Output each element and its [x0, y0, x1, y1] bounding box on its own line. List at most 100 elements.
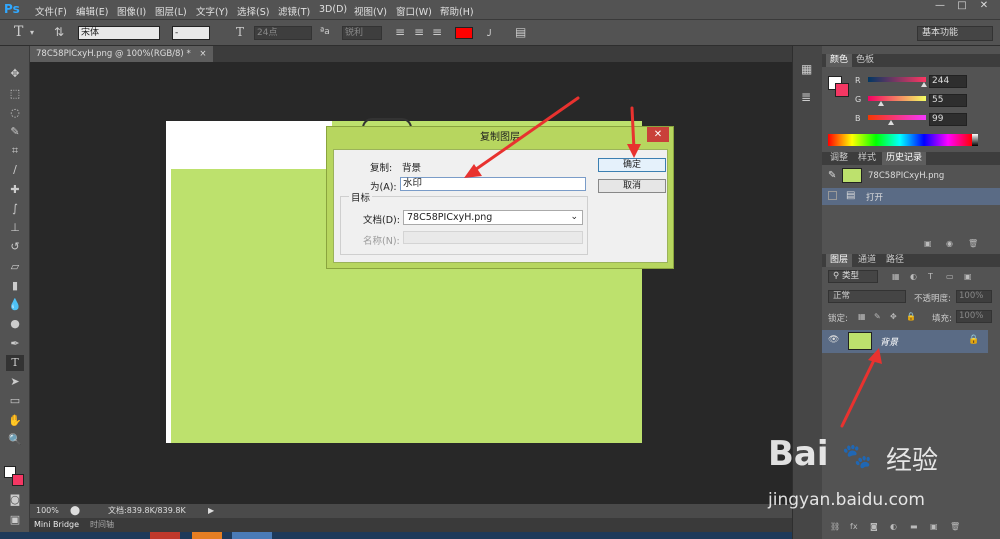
layer-name[interactable]: 背景	[880, 335, 898, 348]
healing-tool-icon[interactable]: ✚	[6, 182, 24, 198]
ok-button[interactable]: 确定	[598, 158, 666, 172]
lock-pixels-icon[interactable]: ✎	[874, 312, 881, 321]
name-input[interactable]	[403, 231, 583, 244]
move-tool-icon[interactable]: ✥	[6, 66, 24, 82]
screen-mode-icon[interactable]: ▣	[6, 512, 24, 528]
text-color-swatch[interactable]	[455, 27, 473, 39]
menu-window[interactable]: 窗口(W)	[396, 4, 432, 18]
blend-mode-select[interactable]: 正常	[828, 290, 906, 303]
type-tool-icon[interactable]: T	[14, 25, 23, 39]
layer-row[interactable]: 👁 背景 🔒	[822, 330, 988, 353]
tab-adjustments[interactable]: 调整	[826, 152, 852, 165]
filter-shape-icon[interactable]: ▭	[946, 272, 954, 281]
character-panel-icon[interactable]: ▤	[515, 25, 526, 39]
crop-tool-icon[interactable]: ⌗	[6, 143, 24, 159]
lock-transparent-icon[interactable]: ▦	[858, 312, 866, 321]
marquee-tool-icon[interactable]: ⬚	[6, 86, 24, 102]
filter-type-icon[interactable]: T	[928, 272, 933, 281]
shape-tool-icon[interactable]: ▭	[6, 393, 24, 409]
layer-filter-select[interactable]: ⚲ 类型	[828, 270, 878, 283]
lock-position-icon[interactable]: ✥	[890, 312, 897, 321]
filter-smart-icon[interactable]: ▣	[964, 272, 972, 281]
tab-history[interactable]: 历史记录	[882, 152, 927, 165]
align-left-icon[interactable]: ≡	[395, 25, 405, 39]
tab-color[interactable]: 颜色	[826, 54, 853, 67]
lasso-tool-icon[interactable]: ◌	[6, 105, 24, 121]
dodge-tool-icon[interactable]: ●	[6, 316, 24, 332]
green-slider-thumb[interactable]	[877, 101, 884, 106]
font-size-field[interactable]: 24点	[254, 26, 312, 40]
tab-mini-bridge[interactable]: Mini Bridge	[34, 518, 79, 532]
anti-alias-select[interactable]: 锐利	[342, 26, 382, 40]
background-color-swatch[interactable]	[12, 474, 24, 486]
camera-icon[interactable]: ◉	[946, 239, 953, 248]
filter-adjust-icon[interactable]: ◐	[910, 272, 917, 281]
new-document-from-state-icon[interactable]: ▣	[924, 239, 932, 248]
type-tool-icon[interactable]: T	[6, 355, 24, 371]
red-slider-thumb[interactable]	[920, 82, 927, 87]
filter-pixel-icon[interactable]: ▦	[892, 272, 900, 281]
chevron-down-icon[interactable]: ▾	[30, 26, 34, 40]
align-center-icon[interactable]: ≡	[414, 25, 424, 39]
workspace-select[interactable]: 基本功能	[917, 26, 993, 41]
color-spectrum-bar[interactable]	[828, 134, 972, 146]
cancel-button[interactable]: 取消	[598, 179, 666, 193]
red-value[interactable]: 244	[929, 75, 967, 88]
blur-tool-icon[interactable]: 💧	[6, 297, 24, 313]
taskbar-app[interactable]	[150, 532, 180, 539]
history-brush-tool-icon[interactable]: ↺	[6, 239, 24, 255]
eyedropper-tool-icon[interactable]: ∕	[6, 162, 24, 178]
tab-paths[interactable]: 路径	[882, 254, 908, 267]
blue-value[interactable]: 99	[929, 113, 967, 126]
gradient-tool-icon[interactable]: ▮	[6, 278, 24, 294]
maximize-button[interactable]: □	[950, 0, 974, 12]
quick-select-tool-icon[interactable]: ✎	[6, 124, 24, 140]
pen-tool-icon[interactable]: ✒	[6, 336, 24, 352]
font-style-select[interactable]: -	[172, 26, 210, 40]
stamp-tool-icon[interactable]: ⊥	[6, 220, 24, 236]
green-value[interactable]: 55	[929, 94, 967, 107]
font-family-select[interactable]: 宋体	[78, 26, 160, 40]
grayscale-ramp[interactable]	[972, 134, 978, 146]
orientation-toggle-icon[interactable]: ⇅	[54, 25, 64, 39]
menu-help[interactable]: 帮助(H)	[440, 4, 474, 18]
dialog-close-button[interactable]: ✕	[647, 127, 669, 142]
taskbar-app[interactable]	[232, 532, 272, 539]
layer-name-input[interactable]: 水印	[400, 177, 586, 191]
menu-edit[interactable]: 编辑(E)	[76, 4, 108, 18]
eye-icon[interactable]: 👁	[828, 335, 839, 345]
menu-file[interactable]: 文件(F)	[35, 4, 67, 18]
menu-image[interactable]: 图像(I)	[117, 4, 146, 18]
bg-color-swatch[interactable]	[835, 83, 849, 97]
minimize-button[interactable]: —	[928, 0, 952, 12]
status-menu-arrow-icon[interactable]: ▶	[208, 504, 214, 518]
tab-channels[interactable]: 通道	[854, 254, 880, 267]
history-snapshot[interactable]: ✎ 78C58PICxyH.png	[822, 166, 1000, 186]
tab-timeline[interactable]: 时间轴	[90, 518, 114, 532]
tab-layers[interactable]: 图层	[826, 254, 853, 267]
history-item[interactable]: ▤ 打开	[822, 188, 1000, 205]
red-slider[interactable]	[868, 77, 926, 82]
menu-view[interactable]: 视图(V)	[354, 4, 387, 18]
align-right-icon[interactable]: ≡	[432, 25, 442, 39]
zoom-tool-icon[interactable]: 🔍	[6, 432, 24, 448]
history-checkbox-icon[interactable]	[828, 191, 837, 200]
tab-styles[interactable]: 样式	[854, 152, 880, 165]
status-info-icon[interactable]: ⬤	[70, 504, 80, 518]
menu-3d[interactable]: 3D(D)	[319, 4, 347, 15]
zoom-level[interactable]: 100%	[36, 504, 59, 518]
adjust-panel-icon[interactable]: ≣	[801, 90, 811, 104]
tab-swatches[interactable]: 色板	[852, 54, 878, 67]
menu-select[interactable]: 选择(S)	[237, 4, 269, 18]
close-icon[interactable]: ×	[199, 49, 206, 59]
document-select[interactable]: 78C58PICxyH.png ⌄	[403, 210, 583, 225]
lock-all-icon[interactable]: 🔒	[906, 312, 916, 321]
hand-tool-icon[interactable]: ✋	[6, 413, 24, 429]
blue-slider[interactable]	[868, 115, 926, 120]
taskbar-app[interactable]	[192, 532, 222, 539]
path-select-tool-icon[interactable]: ➤	[6, 374, 24, 390]
eraser-tool-icon[interactable]: ▱	[6, 259, 24, 275]
brush-tool-icon[interactable]: ∫	[6, 201, 24, 217]
quick-mask-icon[interactable]: ◙	[6, 492, 24, 508]
close-window-button[interactable]: ✕	[972, 0, 996, 12]
